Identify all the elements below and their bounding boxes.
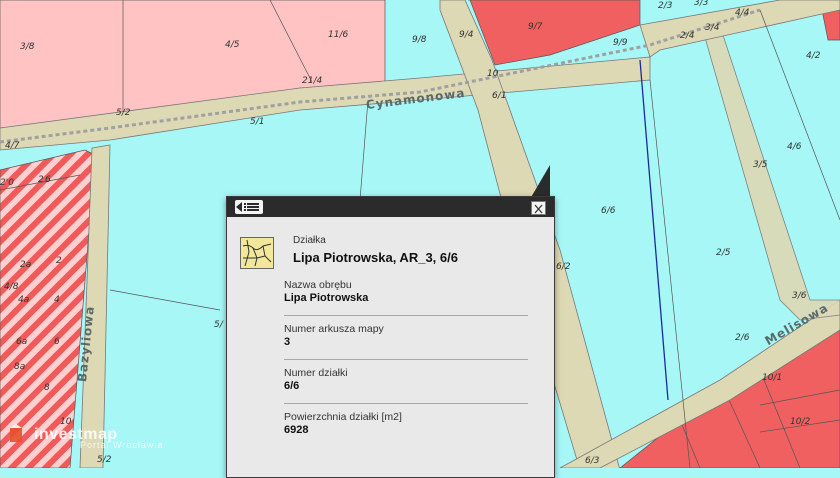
parcel-label: 8: [44, 383, 50, 393]
parcel-label: 2/3: [658, 1, 673, 11]
parcel-label: 4a: [18, 295, 30, 305]
parcel-label: 4/6: [787, 142, 802, 152]
parcel-label: 4/7: [5, 141, 20, 151]
field-label: Nazwa obrębu: [284, 279, 352, 291]
parcel-label: 6/6: [601, 206, 616, 216]
field-powierzchnia: Powierzchnia działki [m2] 6928: [284, 411, 528, 447]
parcel-label: 2/5: [716, 248, 731, 258]
parcel-label: 8a: [14, 362, 26, 372]
parcel-map-icon: [240, 237, 274, 269]
parcel-label: 6: [45, 175, 51, 185]
parcel-label: 2: [38, 175, 44, 185]
field-obreb: Nazwa obrębu Lipa Piotrowska: [284, 279, 528, 316]
field-label: Numer działki: [284, 367, 348, 379]
popup-type-label: Działka: [293, 235, 326, 246]
parcel-label: 3/8: [20, 42, 35, 52]
popup-title: Lipa Piotrowska, AR_3, 6/6: [293, 250, 458, 265]
field-dzialka: Numer działki 6/6: [284, 367, 528, 404]
parcel-label: 2: [56, 256, 62, 266]
parcel-label: 10/1: [762, 373, 783, 383]
parcel-label: 9/7: [528, 22, 543, 32]
popup-header: [227, 197, 554, 217]
parcel-label: 9/4: [459, 30, 474, 40]
parcel-label: 5/1: [250, 117, 265, 127]
close-icon[interactable]: [531, 201, 546, 215]
field-value: 6/6: [284, 380, 300, 392]
parcel-label: 6a: [16, 337, 28, 347]
field-arkusz: Numer arkusza mapy 3: [284, 323, 528, 360]
parcel-info-popup: Działka Lipa Piotrowska, AR_3, 6/6 Nazwa…: [226, 196, 555, 478]
parcel-label: 3/3: [694, 0, 709, 8]
parcel-label: 2/4: [680, 31, 695, 41]
parcel-label: 2/6: [735, 333, 750, 343]
field-label: Numer arkusza mapy: [284, 323, 384, 335]
parcel-label: 5/: [214, 320, 223, 330]
parcel-label: 3/6: [792, 291, 807, 301]
parcel-label: 3/4: [705, 23, 720, 33]
parcel-label: 10/2: [790, 417, 811, 427]
parcel-label: 4/8: [4, 282, 19, 292]
parcel-label: 21/4: [302, 76, 323, 86]
parcel-label: 9/8: [412, 35, 427, 45]
field-value: Lipa Piotrowska: [284, 292, 369, 304]
parcel-label: 6/1: [492, 91, 507, 101]
parcel-label: 10: [487, 69, 499, 79]
parcel-label: 4/4: [735, 8, 750, 18]
parcel-label: 2'0: [0, 178, 14, 188]
investmap-logo-icon: [10, 424, 22, 442]
parcel-label: 9/9: [613, 38, 628, 48]
parcel-label: 5/2: [97, 455, 112, 465]
parcel-label: 11/6: [328, 30, 349, 40]
parcel-label: 3/5: [753, 160, 768, 170]
field-label: Powierzchnia działki [m2]: [284, 411, 402, 423]
list-icon[interactable]: [235, 200, 263, 214]
parcel-label: 5/2: [116, 108, 131, 118]
popup-pointer: [530, 165, 550, 199]
parcel-label: 6/2: [556, 262, 571, 272]
field-value: 3: [284, 336, 291, 348]
watermark-sub: Portal Wrocławia: [80, 440, 164, 450]
parcel-label: 4/2: [806, 51, 821, 61]
field-value: 6928: [284, 424, 309, 436]
parcel-label: 4: [54, 295, 60, 305]
parcel-label: 4/5: [225, 40, 240, 50]
parcel-label: 6/3: [585, 456, 600, 466]
parcel-label: 2a: [20, 260, 32, 270]
parcel-label: 6: [54, 337, 60, 347]
